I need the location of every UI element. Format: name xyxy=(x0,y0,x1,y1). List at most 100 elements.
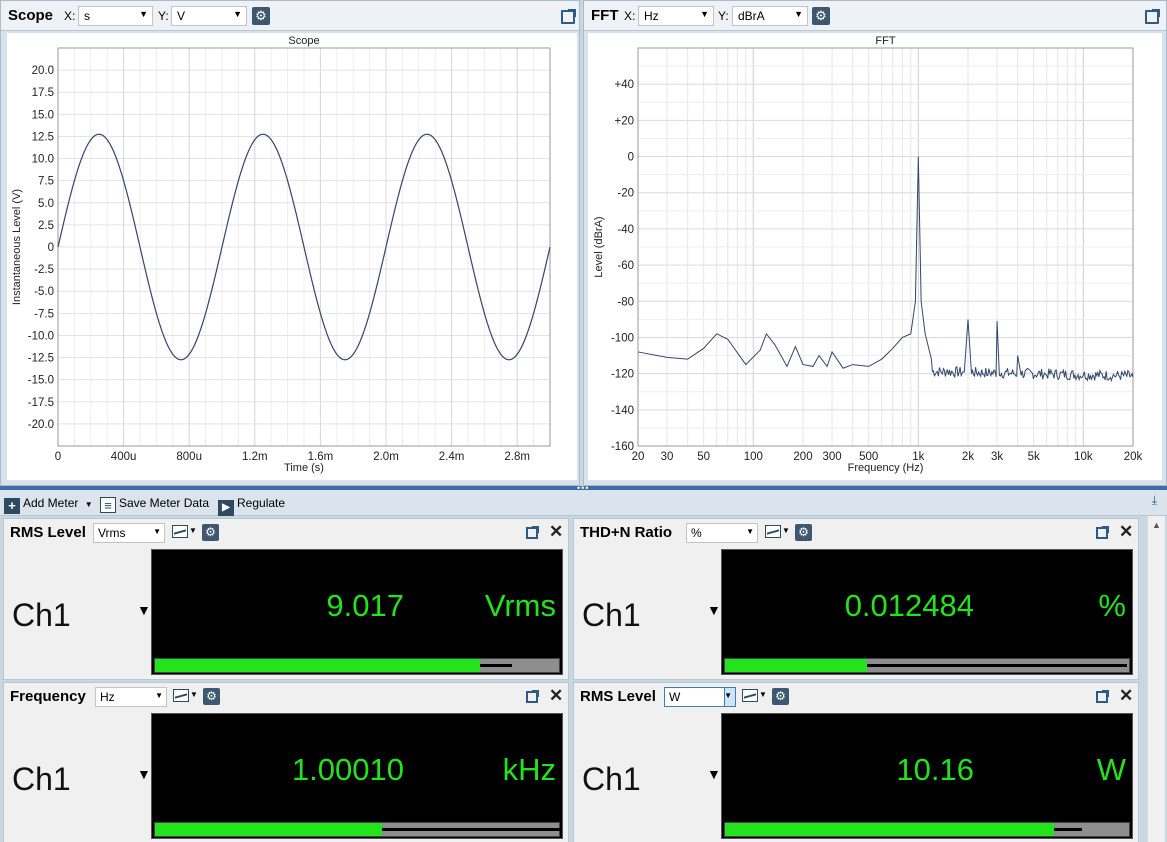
meter-gear-icon[interactable]: ⚙ xyxy=(203,688,220,705)
meter-unit-select[interactable]: % ▼ xyxy=(686,523,758,543)
scope-x-tick-label: 1.2m xyxy=(242,451,268,463)
add-meter-label: Add Meter xyxy=(23,496,79,510)
chevron-down-icon: ▼ xyxy=(139,9,148,19)
plus-icon: + xyxy=(4,498,20,514)
scroll-up-icon[interactable]: ▲ xyxy=(1152,520,1161,530)
play-icon: ▶ xyxy=(218,500,234,516)
fft-x-unit-select[interactable]: Hz ▼ xyxy=(638,6,714,26)
meter-popout-icon[interactable] xyxy=(526,690,539,703)
meter-channel-label: Ch1 xyxy=(582,761,641,797)
close-icon[interactable]: ✕ xyxy=(549,686,563,706)
scope-y-unit-select[interactable]: V ▼ xyxy=(171,6,247,26)
chevron-down-icon: ▼ xyxy=(189,526,197,535)
chevron-down-icon: ▼ xyxy=(190,690,198,699)
chevron-down-icon: ▼ xyxy=(759,690,767,699)
scope-x-tick-label: 2.4m xyxy=(439,451,465,463)
scope-y-axis-label: Instantaneous Level (V) xyxy=(11,189,23,305)
meter-title: RMS Level xyxy=(580,688,656,705)
scope-x-label: X: xyxy=(64,9,76,23)
meter-unit-select-value: Hz xyxy=(100,690,115,704)
scope-y-tick-label: 20.0 xyxy=(32,65,54,77)
meter-gear-icon[interactable]: ⚙ xyxy=(772,688,789,705)
channel-dropdown-icon[interactable]: ▼ xyxy=(707,602,721,618)
scope-y-tick-label: -7.5 xyxy=(34,308,54,320)
fft-title: FFT xyxy=(591,7,619,24)
scope-panel: Scope X: s ▼ Y: V ▼ ⚙ 20.0 17.5 15.0 12.5 10… xyxy=(0,0,580,486)
scope-y-tick-label: 5.0 xyxy=(38,198,54,210)
meter-unit-select[interactable]: W ▼ xyxy=(664,687,736,707)
meter-channel-label: Ch1 xyxy=(582,597,641,633)
scope-y-tick-label: 10.0 xyxy=(32,154,54,166)
meter-unit-select-value: % xyxy=(691,526,702,540)
scope-y-tick-label: -20.0 xyxy=(28,419,54,431)
meters-scrollbar[interactable]: ▲ xyxy=(1147,516,1165,842)
scope-y-tick-label: -12.5 xyxy=(28,353,54,365)
scope-gear-icon[interactable]: ⚙ xyxy=(252,7,270,25)
fft-y-tick-label: -60 xyxy=(617,260,634,272)
scope-y-tick-label: -5.0 xyxy=(34,286,54,298)
channel-dropdown-icon[interactable]: ▼ xyxy=(137,766,151,782)
scope-popout-icon[interactable] xyxy=(561,9,576,24)
channel-dropdown-icon[interactable]: ▼ xyxy=(137,602,151,618)
meter-unit-select-value: W xyxy=(669,690,681,704)
meter-display: 1.00010 kHz xyxy=(151,713,563,839)
add-meter-button[interactable]: + Add Meter ▼ xyxy=(4,494,93,514)
fft-popout-icon[interactable] xyxy=(1145,9,1160,24)
fft-x-unit-value: Hz xyxy=(644,9,659,23)
fft-x-tick-label: 5k xyxy=(1028,451,1040,463)
fft-chart-title: FFT xyxy=(875,35,895,47)
meter-reading-unit: W xyxy=(1096,752,1126,787)
close-icon[interactable]: ✕ xyxy=(549,522,563,542)
scope-plot-area: 20.0 17.5 15.0 12.5 10.0 7.5 5.0 2.5 0 -2.5 -5.0 -7… xyxy=(7,33,577,480)
meter-popout-icon[interactable] xyxy=(1096,526,1109,539)
meter-peak-marker xyxy=(867,664,1127,667)
meter-level-fill xyxy=(725,823,1054,836)
scope-y-tick-label: 15.0 xyxy=(32,109,54,121)
fft-x-tick-label: 10k xyxy=(1074,451,1093,463)
meter-gear-icon[interactable]: ⚙ xyxy=(202,524,219,541)
meter-unit-select[interactable]: Vrms ▼ xyxy=(93,523,165,543)
save-meter-data-button[interactable]: ≡ Save Meter Data xyxy=(100,494,209,513)
regulate-button[interactable]: ▶ Regulate xyxy=(218,494,286,516)
meter-peak-marker xyxy=(1053,828,1083,831)
meter-graph-button[interactable]: ▼ xyxy=(765,525,790,541)
scope-x-unit-select[interactable]: s ▼ xyxy=(78,6,153,26)
meter-level-bar xyxy=(154,822,561,837)
fft-y-tick-label: 0 xyxy=(628,152,634,164)
fft-y-unit-select[interactable]: dBrA ▼ xyxy=(732,6,808,26)
fft-y-axis-label: Level (dBrA) xyxy=(593,216,605,277)
meter-panel: RMS Level Vrms ▼ ▼ ⚙ ✕ Ch1 ▼ 9.017 Vrms xyxy=(3,518,569,680)
chevron-down-icon: ▼ xyxy=(724,691,732,700)
scope-title: Scope xyxy=(8,7,54,24)
close-icon[interactable]: ✕ xyxy=(1119,522,1133,542)
fft-header: FFT X: Hz ▼ Y: dBrA ▼ ⚙ xyxy=(584,1,1166,31)
meter-toolbar: + Add Meter ▼ ≡ Save Meter Data ▶ Regulate … xyxy=(0,490,1167,516)
fft-gear-icon[interactable]: ⚙ xyxy=(812,7,830,25)
chevron-down-icon: ▼ xyxy=(700,9,709,19)
chevron-down-icon: ▼ xyxy=(794,9,803,19)
close-icon[interactable]: ✕ xyxy=(1119,686,1133,706)
fft-x-tick-label: 3k xyxy=(991,451,1003,463)
meter-gear-icon[interactable]: ⚙ xyxy=(795,524,812,541)
scope-header: Scope X: s ▼ Y: V ▼ ⚙ xyxy=(1,1,579,31)
meter-graph-button[interactable]: ▼ xyxy=(173,689,198,705)
meter-peak-marker xyxy=(382,828,561,831)
meter-reading-unit: kHz xyxy=(502,752,556,787)
regulate-label: Regulate xyxy=(237,496,286,510)
meter-channel-label: Ch1 xyxy=(12,761,71,797)
download-icon[interactable]: ⤓ xyxy=(1152,493,1157,508)
meter-popout-icon[interactable] xyxy=(1096,690,1109,703)
fft-y-tick-label: -100 xyxy=(611,332,634,344)
meter-graph-button[interactable]: ▼ xyxy=(172,525,197,541)
graph-icon xyxy=(765,525,781,538)
channel-dropdown-icon[interactable]: ▼ xyxy=(707,766,721,782)
meter-unit-select[interactable]: Hz ▼ xyxy=(95,687,167,707)
meter-popout-icon[interactable] xyxy=(526,526,539,539)
fft-chart: +40 +20 0 -20 -40 -60 -80 -100 -120 -140 -16020 30 5… xyxy=(593,35,1143,474)
meter-display: 0.012484 % xyxy=(721,549,1133,675)
meter-title: RMS Level xyxy=(10,524,86,541)
meter-graph-button[interactable]: ▼ xyxy=(742,689,767,705)
chevron-down-icon: ▼ xyxy=(746,527,754,536)
fft-x-tick-label: 300 xyxy=(822,451,841,463)
graph-icon xyxy=(742,689,758,702)
